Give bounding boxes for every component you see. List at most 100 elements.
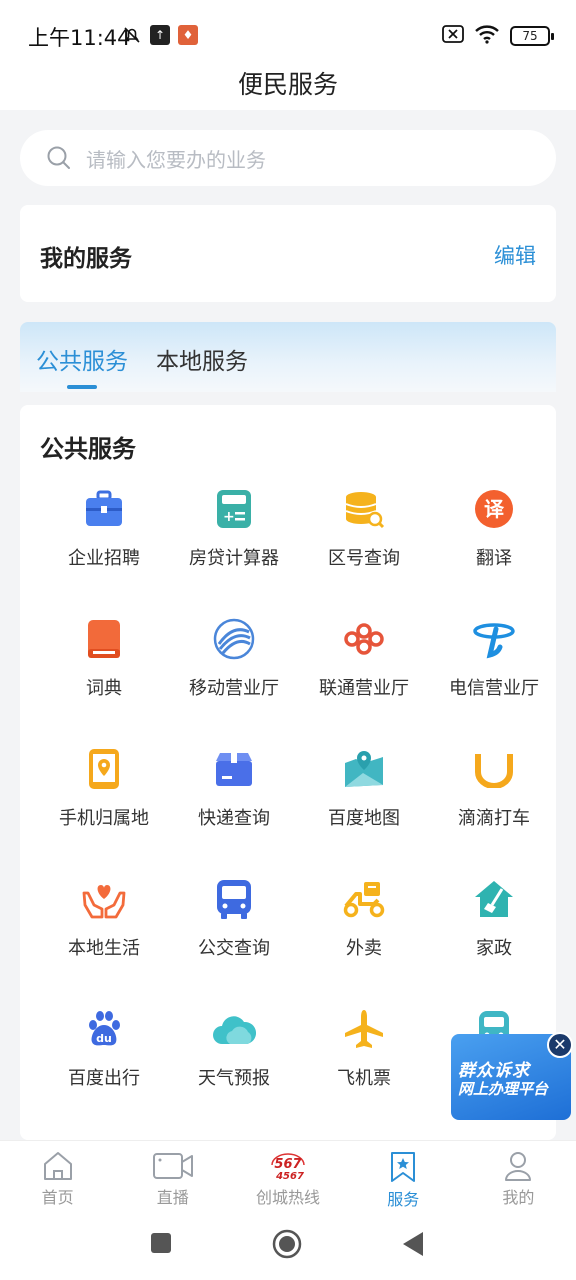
- service-item-china-telecom[interactable]: 电信营业厅: [429, 617, 556, 747]
- service-label: 百度出行: [68, 1068, 140, 1089]
- status-time: 上午11:44: [28, 26, 131, 50]
- banner-line2: 网上办理平台: [458, 1080, 549, 1098]
- nav-hotline[interactable]: 567 4567 创城热线: [230, 1141, 345, 1212]
- service-label: 本地生活: [68, 938, 140, 959]
- service-item-mortgage[interactable]: + 房贷计算器: [169, 487, 299, 617]
- nav-mine[interactable]: 我的: [461, 1141, 576, 1212]
- nav-service[interactable]: 服务: [346, 1141, 461, 1212]
- service-item-dictionary[interactable]: 词典: [39, 617, 169, 747]
- china-telecom-icon: [472, 617, 516, 661]
- home-icon: [43, 1152, 72, 1180]
- svg-text:567: 567: [274, 1157, 302, 1172]
- service-item-job[interactable]: 企业招聘: [39, 487, 169, 617]
- briefcase-icon: [82, 487, 126, 531]
- service-item-phone-location[interactable]: 手机归属地: [39, 747, 169, 877]
- hotline-icon: 567 4567: [271, 1153, 305, 1181]
- service-item-weather[interactable]: 天气预报: [169, 1007, 299, 1137]
- dictionary-icon: [82, 617, 126, 661]
- service-label: 外卖: [346, 938, 382, 959]
- didi-icon: [472, 747, 516, 791]
- service-label: 飞机票: [337, 1068, 391, 1089]
- service-item-translate[interactable]: 译 翻译: [429, 487, 556, 617]
- service-item-express[interactable]: 快递查询: [169, 747, 299, 877]
- nav-live[interactable]: 直播: [115, 1141, 230, 1212]
- app-notification-icon: ♦: [178, 25, 198, 45]
- svg-text:du: du: [96, 1032, 112, 1045]
- service-item-china-mobile[interactable]: 移动营业厅: [169, 617, 299, 747]
- search-placeholder: 请输入您要办的业务: [86, 147, 266, 172]
- service-label: 滴滴打车: [458, 808, 530, 829]
- edit-button[interactable]: 编辑: [494, 240, 536, 270]
- service-item-area-code[interactable]: 区号查询: [299, 487, 429, 617]
- service-item-bus[interactable]: 公交查询: [169, 877, 299, 1007]
- wifi-icon: [474, 24, 500, 48]
- bus-icon: [212, 877, 256, 921]
- service-tabs: 公共服务 本地服务: [20, 322, 556, 392]
- sim-off-icon: [442, 25, 464, 47]
- nav-label: 创城热线: [256, 1188, 321, 1207]
- bottom-nav: 首页 直播 567 4567 创城热线 服务 我的: [0, 1140, 576, 1212]
- tab-public-services[interactable]: 公共服务: [36, 342, 128, 376]
- upload-icon: ↑: [150, 25, 170, 45]
- china-unicom-icon: [342, 617, 386, 661]
- search-icon: [47, 146, 70, 169]
- home-button[interactable]: [271, 1228, 303, 1260]
- nav-label: 首页: [41, 1188, 74, 1207]
- service-label: 天气预报: [198, 1068, 270, 1089]
- house-clean-icon: [472, 877, 516, 921]
- my-services-title: 我的服务: [40, 246, 132, 272]
- tab-local-services[interactable]: 本地服务: [156, 342, 248, 376]
- service-label: 百度地图: [328, 808, 400, 829]
- baidu-paw-icon: du: [82, 1007, 126, 1051]
- phone-location-icon: [82, 747, 126, 791]
- nav-label: 直播: [156, 1188, 189, 1207]
- service-item-local-life[interactable]: 本地生活: [39, 877, 169, 1007]
- service-label: 移动营业厅: [189, 678, 279, 699]
- airplane-icon: [342, 1007, 386, 1051]
- bell-muted-icon: [122, 25, 142, 45]
- search-input[interactable]: 请输入您要办的业务: [20, 130, 556, 186]
- public-services-title: 公共服务: [40, 435, 136, 463]
- service-label: 手机归属地: [59, 808, 149, 829]
- nav-label: 服务: [387, 1190, 420, 1209]
- svg-text:+: +: [223, 509, 235, 525]
- back-button[interactable]: [401, 1231, 425, 1257]
- china-mobile-icon: [212, 617, 256, 661]
- service-label: 电信营业厅: [449, 678, 539, 699]
- service-label: 联通营业厅: [319, 678, 409, 699]
- service-bookmark-icon: [391, 1152, 416, 1182]
- service-label: 企业招聘: [68, 548, 140, 569]
- appeal-platform-banner[interactable]: 群众诉求 网上办理平台 ✕: [451, 1032, 573, 1120]
- user-icon: [505, 1152, 532, 1181]
- service-label: 家政: [476, 938, 512, 959]
- app-header: 便民服务: [0, 62, 576, 110]
- nav-home[interactable]: 首页: [0, 1141, 115, 1212]
- calculator-icon: +: [212, 487, 256, 531]
- service-item-baidu-map[interactable]: 百度地图: [299, 747, 429, 877]
- public-services-card: 公共服务 企业招聘 + 房贷计算器 区号查询 译 翻译 词典 移动营业厅 联通营…: [20, 405, 556, 1140]
- battery-icon: 75: [510, 26, 554, 46]
- close-icon[interactable]: ✕: [547, 1032, 573, 1058]
- page-title: 便民服务: [237, 70, 338, 99]
- translate-icon: 译: [472, 487, 516, 531]
- service-label: 词典: [86, 678, 122, 699]
- cloud-icon: [212, 1007, 256, 1051]
- map-icon: [342, 747, 386, 791]
- service-item-baidu-travel[interactable]: du 百度出行: [39, 1007, 169, 1137]
- scooter-icon: [342, 877, 386, 921]
- my-services-card: 我的服务 编辑: [20, 205, 556, 302]
- service-label: 房贷计算器: [189, 548, 279, 569]
- service-item-china-unicom[interactable]: 联通营业厅: [299, 617, 429, 747]
- service-item-flight[interactable]: 飞机票: [299, 1007, 429, 1137]
- svg-text:4567: 4567: [275, 1171, 304, 1181]
- service-label: 翻译: [476, 548, 512, 569]
- recents-button[interactable]: [149, 1231, 173, 1255]
- service-item-takeout[interactable]: 外卖: [299, 877, 429, 1007]
- status-bar: 上午11:44 ↑ ♦ 75: [0, 0, 576, 62]
- system-nav-bar: [0, 1212, 576, 1280]
- service-item-housekeeping[interactable]: 家政: [429, 877, 556, 1007]
- service-item-didi[interactable]: 滴滴打车: [429, 747, 556, 877]
- service-label: 快递查询: [198, 808, 270, 829]
- service-label: 区号查询: [328, 548, 400, 569]
- package-icon: [212, 747, 256, 791]
